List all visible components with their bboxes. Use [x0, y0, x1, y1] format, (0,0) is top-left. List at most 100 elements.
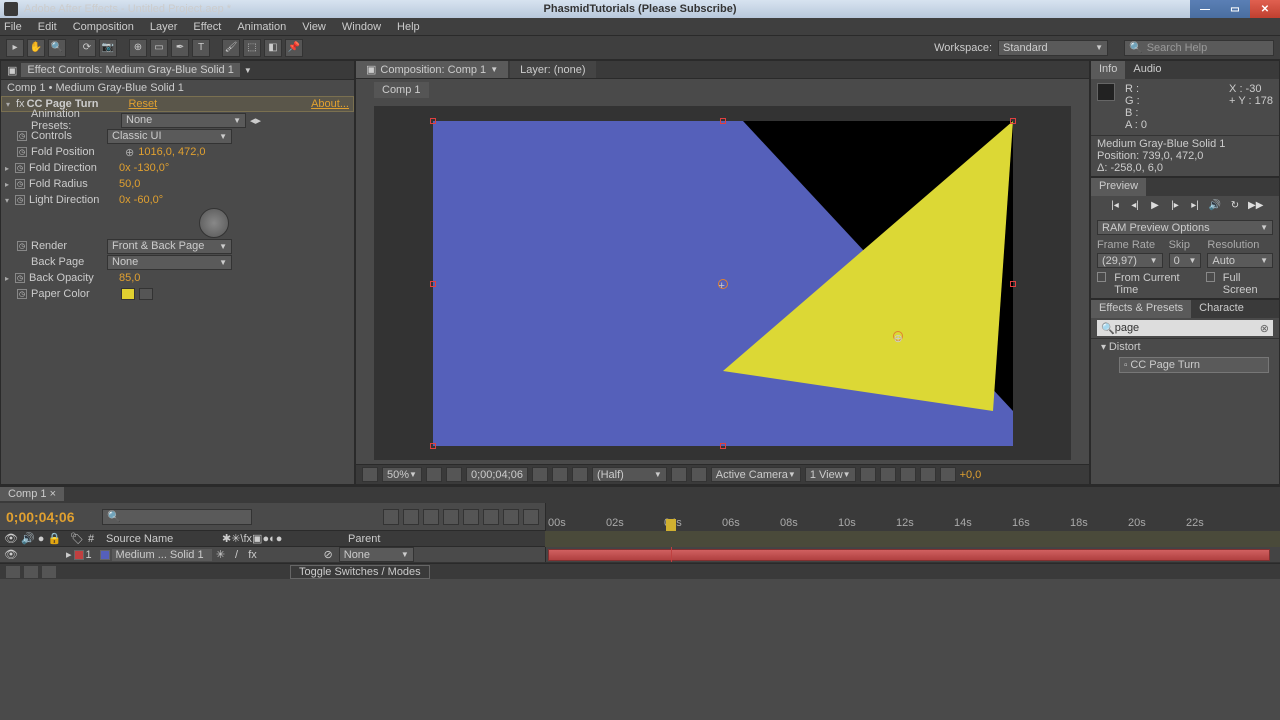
maximize-button[interactable]: ▭ — [1220, 0, 1250, 18]
back-page-dropdown[interactable]: None▼ — [107, 255, 232, 270]
preview-tab[interactable]: Preview — [1091, 178, 1146, 196]
zoom-dropdown[interactable]: 50% ▼ — [382, 467, 422, 482]
menu-edit[interactable]: Edit — [38, 21, 57, 33]
skip-dropdown[interactable]: 0▼ — [1169, 253, 1202, 268]
selection-tool[interactable]: ▸ — [6, 39, 24, 57]
tl-icon[interactable] — [403, 509, 419, 525]
effect-item[interactable]: ▫ CC Page Turn — [1119, 357, 1269, 373]
timeline-icon[interactable] — [900, 467, 916, 482]
layer-duration-bar[interactable] — [548, 549, 1270, 561]
pen-tool[interactable]: ✒ — [171, 39, 189, 57]
menu-animation[interactable]: Animation — [237, 21, 286, 33]
status-icon[interactable] — [42, 566, 56, 578]
anchor-point-icon[interactable]: + — [718, 279, 728, 289]
menu-view[interactable]: View — [302, 21, 326, 33]
transparency-icon[interactable] — [691, 467, 707, 482]
fast-preview-icon[interactable] — [880, 467, 896, 482]
pixel-aspect-icon[interactable] — [860, 467, 876, 482]
stopwatch-icon[interactable]: ◷ — [17, 289, 27, 299]
channel-icon[interactable] — [552, 467, 568, 482]
light-direction-value[interactable]: 0x -60,0° — [119, 194, 163, 206]
selection-handle[interactable] — [720, 118, 726, 124]
composition-tab[interactable]: ▣ Composition: Comp 1 ▼ — [356, 61, 508, 78]
layer-tab[interactable]: Layer: (none) — [510, 61, 595, 78]
tl-icon[interactable] — [483, 509, 499, 525]
menu-layer[interactable]: Layer — [150, 21, 178, 33]
first-frame-button[interactable]: |◂ — [1108, 200, 1122, 214]
selection-handle[interactable] — [1010, 118, 1016, 124]
toggle-switches-button[interactable]: Toggle Switches / Modes — [290, 565, 430, 579]
audio-tab[interactable]: Audio — [1125, 61, 1169, 79]
play-button[interactable]: ▶ — [1148, 200, 1162, 214]
tl-icon[interactable] — [503, 509, 519, 525]
always-preview-icon[interactable] — [362, 467, 378, 482]
menu-effect[interactable]: Effect — [193, 21, 221, 33]
flowchart-icon[interactable] — [920, 467, 936, 482]
comp-mini-tab[interactable]: Comp 1 — [374, 82, 429, 98]
layer-name[interactable]: Medium ... Solid 1 — [112, 549, 212, 561]
rotate-tool[interactable]: ⟳ — [78, 39, 96, 57]
resolution-dropdown[interactable]: Auto▼ — [1207, 253, 1273, 268]
stopwatch-icon[interactable]: ◷ — [15, 163, 25, 173]
anim-presets-dropdown[interactable]: None▼ — [121, 113, 246, 128]
parent-dropdown[interactable]: None▼ — [339, 547, 414, 562]
camera-dropdown[interactable]: Active Camera ▼ — [711, 467, 801, 482]
zoom-tool[interactable]: 🔍 — [48, 39, 66, 57]
light-direction-dial[interactable] — [199, 208, 229, 238]
ram-preview-button[interactable]: ▶▶ — [1248, 200, 1262, 214]
stopwatch-icon[interactable]: ◷ — [17, 131, 27, 141]
back-opacity-value[interactable]: 85,0 — [119, 272, 140, 284]
color-icon[interactable] — [572, 467, 588, 482]
info-tab[interactable]: Info — [1091, 61, 1125, 79]
tl-icon[interactable] — [523, 509, 539, 525]
fold-radius-value[interactable]: 50,0 — [119, 178, 140, 190]
exposure-value[interactable]: +0,0 — [960, 469, 982, 481]
current-time-indicator[interactable] — [666, 519, 676, 531]
timeline-layer-row[interactable]: 👁 ▸ 1 Medium ... Solid 1 ✳ / fx ⊘ None▼ — [0, 547, 1280, 563]
composition-viewer[interactable]: + ⊕ — [374, 106, 1071, 460]
framerate-dropdown[interactable]: (29,97)▼ — [1097, 253, 1163, 268]
eyedropper-icon[interactable] — [139, 288, 153, 300]
selection-handle[interactable] — [430, 118, 436, 124]
stopwatch-icon[interactable]: ◷ — [15, 273, 25, 283]
paper-color-swatch[interactable] — [121, 288, 135, 300]
tl-icon[interactable] — [443, 509, 459, 525]
layer-color-label[interactable] — [74, 550, 84, 560]
roi-icon[interactable] — [671, 467, 687, 482]
next-preset-icon[interactable]: ▸ — [256, 114, 262, 127]
search-help-input[interactable]: 🔍 Search Help — [1124, 40, 1274, 56]
character-tab[interactable]: Characte — [1191, 300, 1252, 318]
tl-icon[interactable] — [423, 509, 439, 525]
clone-tool[interactable]: ⬚ — [243, 39, 261, 57]
selection-handle[interactable] — [430, 281, 436, 287]
effect-controls-tab[interactable]: Effect Controls: Medium Gray-Blue Solid … — [21, 63, 239, 77]
eraser-tool[interactable]: ◧ — [264, 39, 282, 57]
full-screen-checkbox[interactable] — [1206, 272, 1215, 282]
time-ruler[interactable]: 00s 02s 04s 06s 08s 10s 12s 14s 16s 18s … — [545, 503, 1280, 531]
reset-link[interactable]: Reset — [128, 98, 157, 110]
about-link[interactable]: About... — [311, 98, 349, 110]
resolution-dropdown[interactable]: (Half) ▼ — [592, 467, 667, 482]
exposure-reset-icon[interactable] — [940, 467, 956, 482]
status-icon[interactable] — [24, 566, 38, 578]
timeline-comp-tab[interactable]: Comp 1 × — [0, 487, 64, 501]
selection-handle[interactable] — [720, 443, 726, 449]
views-dropdown[interactable]: 1 View ▼ — [805, 467, 856, 482]
stopwatch-icon[interactable]: ◷ — [17, 147, 27, 157]
mask-icon[interactable] — [446, 467, 462, 482]
loop-button[interactable]: ↻ — [1228, 200, 1242, 214]
stopwatch-icon[interactable]: ◷ — [15, 179, 25, 189]
render-dropdown[interactable]: Front & Back Page▼ — [107, 239, 232, 254]
fold-position-indicator[interactable]: ⊕ — [893, 331, 903, 341]
brush-tool[interactable]: 🖌 — [222, 39, 240, 57]
minimize-button[interactable]: — — [1190, 0, 1220, 18]
hand-tool[interactable]: ✋ — [27, 39, 45, 57]
ram-preview-dropdown[interactable]: RAM Preview Options▼ — [1097, 220, 1273, 235]
menu-window[interactable]: Window — [342, 21, 381, 33]
workspace-dropdown[interactable]: Standard▼ — [998, 40, 1108, 56]
menu-composition[interactable]: Composition — [73, 21, 134, 33]
fold-direction-value[interactable]: 0x -130,0° — [119, 162, 169, 174]
next-frame-button[interactable]: |▸ — [1168, 200, 1182, 214]
current-time[interactable]: 0;00;04;06 — [466, 467, 528, 482]
menu-help[interactable]: Help — [397, 21, 420, 33]
